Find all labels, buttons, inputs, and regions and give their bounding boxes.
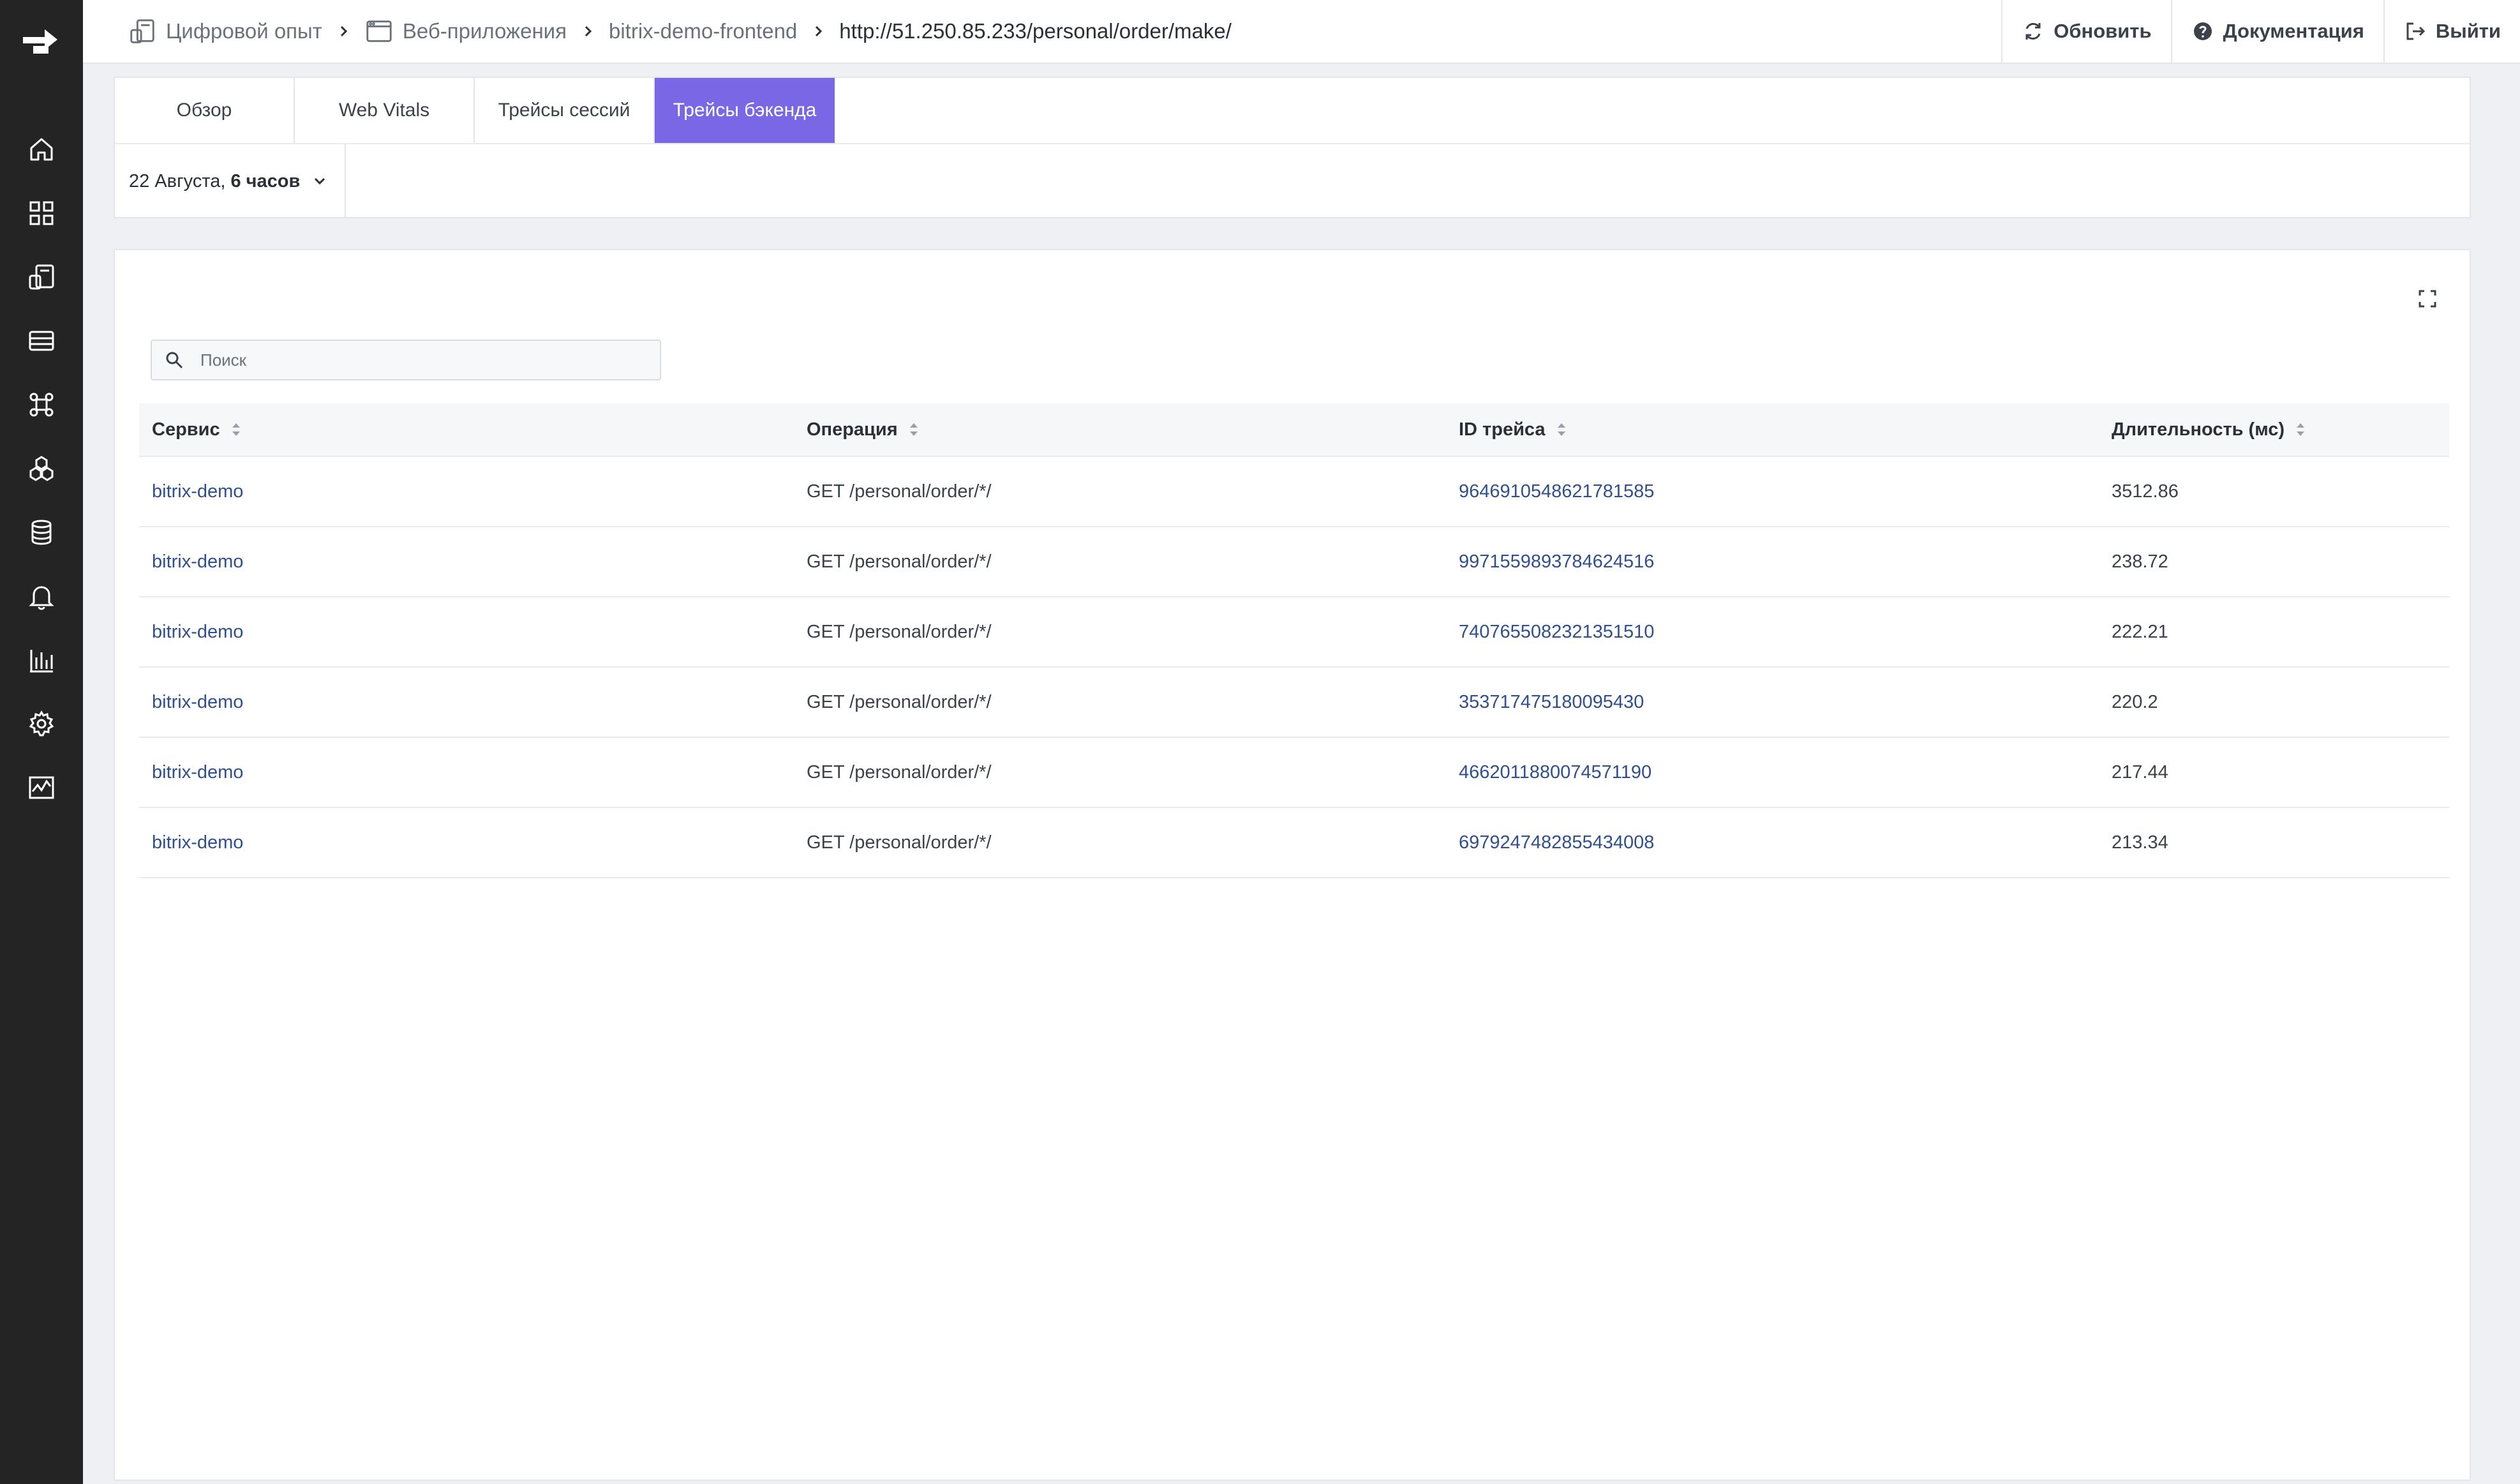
- column-label: Длительность (мс): [2112, 419, 2285, 440]
- top-bar: Цифровой опыт Веб-приложения bitrix-demo…: [83, 0, 2520, 64]
- divider: [115, 143, 2470, 144]
- duration-cell: 3512.86: [2112, 481, 2179, 502]
- docs-label: Документация: [2223, 20, 2364, 42]
- search-input[interactable]: [199, 349, 648, 371]
- table-row: bitrix-demo GET /personal/order/*/ 35371…: [139, 668, 2449, 738]
- breadcrumb-label: bitrix-demo-frontend: [608, 19, 798, 43]
- chevron-right-icon: [816, 26, 823, 37]
- duration-cell: 238.72: [2112, 551, 2168, 572]
- table-header: Сервис Операция ID трейса Длительность (…: [139, 403, 2449, 457]
- column-label: Операция: [807, 419, 898, 440]
- sort-icon: [909, 423, 918, 436]
- column-header-duration[interactable]: Длительность (мс): [2099, 419, 2449, 440]
- column-header-trace-id[interactable]: ID трейса: [1446, 419, 2099, 440]
- table-row: bitrix-demo GET /personal/order/*/ 99715…: [139, 527, 2449, 597]
- search-icon: [166, 352, 183, 369]
- sort-icon: [1557, 423, 1565, 436]
- operation-cell: GET /personal/order/*/: [807, 621, 992, 642]
- duration-cell: 222.21: [2112, 621, 2168, 642]
- fullscreen-icon[interactable]: [2416, 287, 2439, 310]
- operation-cell: GET /personal/order/*/: [807, 761, 992, 783]
- table-row: bitrix-demo GET /personal/order/*/ 74076…: [139, 597, 2449, 668]
- date-range-picker[interactable]: 22 Августа, 6 часов: [115, 144, 346, 218]
- traces-table: Сервис Операция ID трейса Длительность (…: [139, 403, 2449, 878]
- operation-cell: GET /personal/order/*/: [807, 551, 992, 572]
- service-link[interactable]: bitrix-demo: [139, 832, 794, 853]
- column-header-service[interactable]: Сервис: [139, 419, 794, 440]
- activity-graph-icon[interactable]: [24, 770, 59, 806]
- sort-icon: [2297, 423, 2305, 436]
- tab-session-traces[interactable]: Трейсы сессий: [475, 78, 655, 143]
- tab-bar: Обзор Web Vitals Трейсы сессий Трейсы бэ…: [115, 78, 835, 143]
- tab-web-vitals[interactable]: Web Vitals: [295, 78, 475, 143]
- tab-backend-traces[interactable]: Трейсы бэкенда: [655, 78, 835, 143]
- sidebar: [0, 0, 83, 1484]
- table-row: bitrix-demo GET /personal/order/*/ 96469…: [139, 457, 2449, 527]
- service-link[interactable]: bitrix-demo: [139, 692, 794, 713]
- column-label: ID трейса: [1459, 419, 1546, 440]
- search-box: [151, 340, 661, 380]
- table-row: bitrix-demo GET /personal/order/*/ 69792…: [139, 808, 2449, 878]
- breadcrumb: Цифровой опыт Веб-приложения bitrix-demo…: [128, 0, 1232, 63]
- tabs-panel: Обзор Web Vitals Трейсы сессий Трейсы бэ…: [114, 77, 2471, 218]
- logout-label: Выйти: [2435, 20, 2501, 42]
- tab-overview[interactable]: Обзор: [115, 78, 295, 143]
- trace-id-link[interactable]: 7407655082321351510: [1446, 622, 2099, 643]
- date-label: 22 Августа,: [129, 170, 226, 191]
- server-list-icon[interactable]: [24, 323, 59, 359]
- operation-cell: GET /personal/order/*/: [807, 832, 992, 853]
- refresh-label: Обновить: [2054, 20, 2152, 42]
- refresh-icon: [2025, 23, 2041, 40]
- duration-cell: 213.34: [2112, 832, 2168, 853]
- column-label: Сервис: [152, 419, 220, 440]
- home-icon[interactable]: [24, 131, 59, 167]
- digital-experience-icon[interactable]: [24, 259, 59, 295]
- logout-icon: [2406, 22, 2425, 40]
- bar-chart-icon[interactable]: [24, 642, 59, 678]
- operation-cell: GET /personal/order/*/: [807, 691, 992, 712]
- top-actions: Обновить Документация Выйти: [2001, 0, 2520, 63]
- trace-id-link[interactable]: 6979247482855434008: [1446, 832, 2099, 853]
- settings-gear-icon[interactable]: [24, 706, 59, 742]
- chevron-down-icon: [315, 177, 325, 185]
- breadcrumb-app[interactable]: bitrix-demo-frontend: [609, 19, 797, 43]
- operation-cell: GET /personal/order/*/: [807, 481, 992, 502]
- help-circle-icon: [2193, 22, 2212, 40]
- logout-button[interactable]: Выйти: [2383, 0, 2520, 63]
- digital-experience-icon: [130, 19, 154, 43]
- trace-id-link[interactable]: 9646910548621781585: [1446, 481, 2099, 502]
- trace-id-link[interactable]: 4662011880074571190: [1446, 762, 2099, 783]
- chevron-right-icon: [340, 26, 347, 37]
- refresh-button[interactable]: Обновить: [2001, 0, 2170, 63]
- trace-id-link[interactable]: 9971559893784624516: [1446, 551, 2099, 573]
- column-header-operation[interactable]: Операция: [794, 419, 1446, 440]
- breadcrumb-web-apps[interactable]: Веб-приложения: [364, 17, 567, 46]
- bell-icon[interactable]: [24, 578, 59, 614]
- service-link[interactable]: bitrix-demo: [139, 551, 794, 573]
- breadcrumb-page-url: http://51.250.85.233/personal/order/make…: [839, 19, 1232, 43]
- breadcrumb-label: Веб-приложения: [402, 19, 567, 43]
- service-link[interactable]: bitrix-demo: [139, 622, 794, 643]
- duration-cell: 217.44: [2112, 761, 2168, 783]
- duration-cell: 220.2: [2112, 691, 2158, 712]
- chevron-right-icon: [585, 26, 592, 37]
- trace-id-link[interactable]: 353717475180095430: [1446, 692, 2099, 713]
- hexagons-icon[interactable]: [24, 451, 59, 486]
- dashboard-grid-icon[interactable]: [24, 195, 59, 231]
- duration-label: 6 часов: [230, 170, 301, 191]
- breadcrumb-digital-experience[interactable]: Цифровой опыт: [128, 17, 322, 46]
- logo-icon[interactable]: [20, 24, 63, 63]
- service-link[interactable]: bitrix-demo: [139, 762, 794, 783]
- breadcrumb-label: Цифровой опыт: [166, 19, 322, 43]
- traces-panel: Сервис Операция ID трейса Длительность (…: [114, 249, 2471, 1481]
- service-link[interactable]: bitrix-demo: [139, 481, 794, 502]
- table-row: bitrix-demo GET /personal/order/*/ 46620…: [139, 738, 2449, 808]
- docs-button[interactable]: Документация: [2170, 0, 2383, 63]
- sort-icon: [232, 423, 240, 436]
- breadcrumb-label: http://51.250.85.233/personal/order/make…: [839, 19, 1232, 43]
- services-icon[interactable]: [24, 387, 59, 423]
- database-icon[interactable]: [24, 514, 59, 550]
- browser-window-icon: [366, 20, 392, 42]
